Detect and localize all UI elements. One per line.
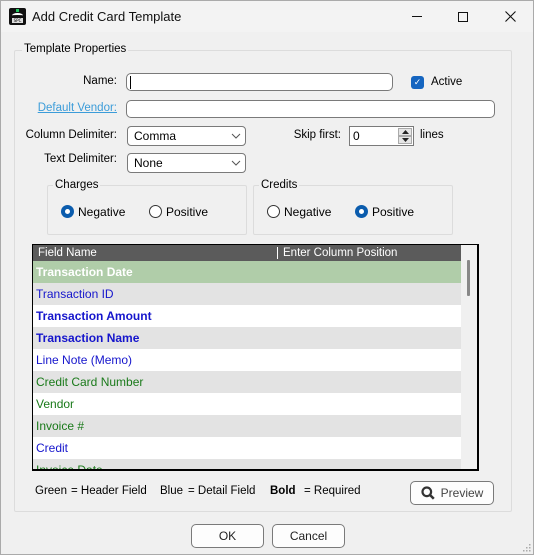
- default-vendor-link[interactable]: Default Vendor:: [31, 102, 117, 114]
- column-delimiter-label: Column Delimiter:: [25, 129, 117, 141]
- field-name-cell: Credit Card Number: [36, 375, 144, 389]
- field-name-cell: Transaction Amount: [36, 309, 152, 323]
- text-delimiter-label: Text Delimiter:: [44, 153, 117, 165]
- minimize-button[interactable]: [394, 1, 440, 32]
- close-icon: [504, 11, 516, 22]
- field-name-cell: Line Note (Memo): [36, 353, 133, 367]
- lines-label: lines: [420, 129, 444, 141]
- field-name-cell: Invoice Date: [36, 463, 103, 471]
- field-name-cell: Transaction Date: [36, 265, 133, 279]
- cancel-button[interactable]: Cancel: [272, 524, 345, 548]
- field-name-cell: Transaction ID: [36, 287, 114, 301]
- charges-group: [47, 185, 247, 235]
- active-label: Active: [431, 76, 463, 88]
- name-input[interactable]: [126, 73, 393, 91]
- charges-positive-label: Positive: [166, 205, 209, 219]
- arrow-up-icon: [401, 130, 409, 134]
- window-title: Add Credit Card Template: [32, 9, 182, 24]
- credits-positive-radio[interactable]: [355, 205, 368, 218]
- credits-negative-label: Negative: [284, 205, 332, 219]
- legend-bold-word: Bold: [270, 485, 296, 497]
- resize-grip-icon[interactable]: [522, 543, 531, 552]
- column-header-field-name[interactable]: Field Name: [38, 246, 97, 260]
- preview-button[interactable]: Preview: [410, 481, 494, 505]
- maximize-icon: [458, 11, 468, 22]
- app-logo-icon: SPC: [9, 8, 26, 25]
- grid-row[interactable]: Credit: [33, 437, 477, 459]
- grid-body: Transaction Date Transaction ID Transactio…: [33, 261, 477, 471]
- credits-positive-label: Positive: [372, 205, 415, 219]
- grid-row[interactable]: Transaction Name: [33, 327, 477, 349]
- add-credit-card-template-dialog: SPC Add Credit Card Template Template Pr…: [0, 0, 534, 555]
- legend-green-desc: = Header Field: [71, 485, 147, 497]
- grid-row[interactable]: Transaction Date: [33, 261, 477, 283]
- spin-down-button[interactable]: [398, 136, 412, 144]
- field-name-cell: Transaction Name: [36, 331, 140, 345]
- spin-up-button[interactable]: [398, 128, 412, 136]
- skip-first-label: Skip first:: [293, 129, 341, 141]
- grid-row[interactable]: Transaction ID: [33, 283, 477, 305]
- chevron-down-icon: [231, 129, 241, 143]
- credits-negative-radio[interactable]: [267, 205, 280, 218]
- credits-label: Credits: [259, 179, 300, 191]
- field-name-cell: Vendor: [36, 397, 75, 411]
- grid-row[interactable]: Invoice #: [33, 415, 477, 437]
- close-button[interactable]: [487, 1, 533, 32]
- column-header-column-position[interactable]: Enter Column Position: [283, 246, 397, 260]
- chevron-down-icon: [231, 156, 241, 170]
- field-name-cell: Invoice #: [36, 419, 85, 433]
- grid-row[interactable]: Credit Card Number: [33, 371, 477, 393]
- charges-negative-label: Negative: [78, 205, 126, 219]
- credits-group: [253, 185, 453, 235]
- legend-blue-word: Blue: [160, 485, 184, 497]
- legend-blue-desc: = Detail Field: [188, 485, 256, 497]
- field-mapping-grid[interactable]: Field Name Enter Column Position Transac…: [32, 244, 479, 471]
- charges-positive-radio[interactable]: [149, 205, 162, 218]
- title-bar: SPC Add Credit Card Template: [1, 1, 533, 32]
- active-checkbox[interactable]: ✓: [411, 76, 424, 89]
- charges-negative-radio[interactable]: [61, 205, 74, 218]
- grid-header: Field Name Enter Column Position: [33, 245, 477, 261]
- minimize-icon: [412, 16, 422, 17]
- field-name-cell: Credit: [36, 441, 69, 455]
- column-delimiter-select[interactable]: Comma: [127, 126, 246, 146]
- maximize-button[interactable]: [440, 1, 486, 32]
- legend-bold-desc: = Required: [304, 485, 361, 497]
- grid-row[interactable]: Line Note (Memo): [33, 349, 477, 371]
- legend-green-word: Green: [35, 485, 67, 497]
- default-vendor-input[interactable]: [126, 100, 495, 118]
- text-delimiter-select[interactable]: None: [127, 153, 246, 173]
- grid-vertical-scrollbar[interactable]: [461, 245, 477, 469]
- search-icon: [421, 486, 435, 500]
- grid-row[interactable]: Vendor: [33, 393, 477, 415]
- ok-button[interactable]: OK: [191, 524, 264, 548]
- template-properties-label: Template Properties: [22, 43, 129, 55]
- arrow-down-icon: [401, 138, 409, 142]
- scrollbar-thumb[interactable]: [467, 260, 470, 296]
- name-label: Name:: [83, 75, 117, 87]
- grid-row[interactable]: Invoice Date: [33, 459, 477, 471]
- charges-label: Charges: [53, 179, 101, 191]
- grid-row[interactable]: Transaction Amount: [33, 305, 477, 327]
- skip-first-stepper[interactable]: 0: [349, 126, 414, 146]
